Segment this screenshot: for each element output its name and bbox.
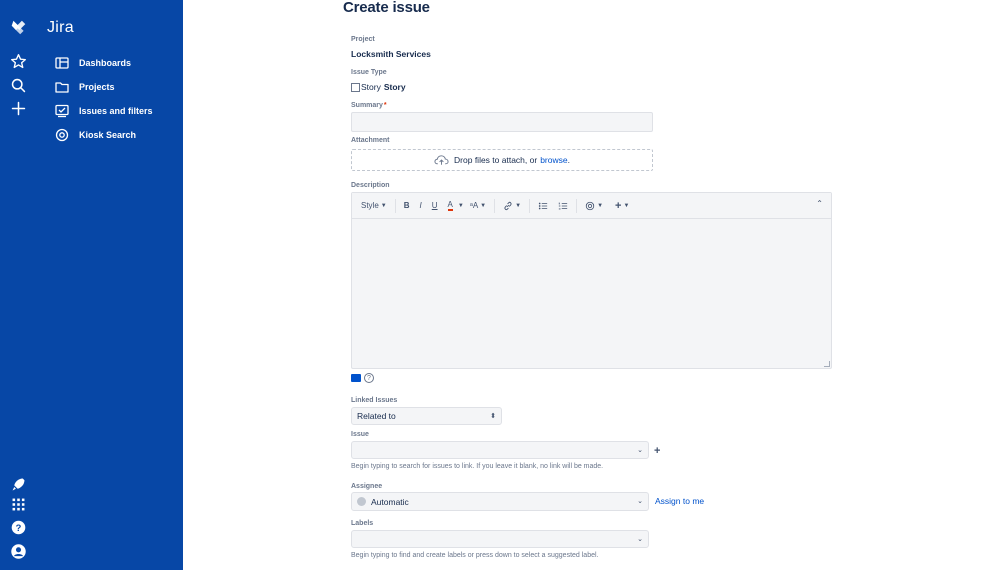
assign-to-me-link[interactable]: Assign to me [655, 496, 704, 506]
editor-toolbar: Style ▼ B I U A ▼ ᵃA ▼ ▼ ▼ + ▼ ⌃ [352, 193, 831, 219]
dropzone-period: . [567, 155, 570, 165]
issue-type-selector[interactable]: Story Story [351, 82, 406, 92]
more-formatting-button[interactable]: ᵃA ▼ [467, 198, 489, 214]
page-title: Create issue [343, 0, 430, 16]
chevron-down-icon: ⌄ [637, 536, 643, 543]
chevron-down-icon: ▼ [380, 202, 387, 209]
dashboard-icon [55, 56, 69, 70]
star-icon[interactable] [9, 52, 28, 71]
text-color-button[interactable]: A ▼ [445, 198, 467, 214]
numbered-list-button[interactable] [555, 198, 571, 214]
nav-item-issues-and-filters[interactable]: Issues and filters [55, 102, 153, 120]
chevron-down-icon: ▼ [597, 202, 604, 209]
toolbar-divider [394, 198, 396, 213]
linked-issues-label: Linked Issues [351, 397, 398, 404]
nav-item-label: Kiosk Search [79, 130, 137, 140]
more-formatting-icon: ᵃA [469, 201, 479, 210]
bullet-list-icon [538, 202, 548, 209]
plus-icon: + [615, 199, 622, 212]
chevron-down-icon: ⌄ [637, 498, 643, 505]
assignee-select[interactable]: Automatic ⌄ [351, 492, 649, 511]
jira-logo-icon[interactable] [9, 18, 28, 37]
rocket-icon[interactable] [9, 475, 28, 494]
description-textarea[interactable] [352, 219, 831, 368]
search-icon[interactable] [9, 76, 28, 95]
help-circle-icon[interactable]: ? [364, 373, 374, 383]
link-icon [504, 201, 512, 210]
create-issue-form: Create issue Project Locksmith Services … [183, 0, 998, 570]
global-sidebar: ? [0, 0, 37, 570]
chevron-down-icon: ⌄ [637, 447, 643, 454]
nav-item-kiosk-search[interactable]: Kiosk Search [55, 126, 136, 144]
attachment-label: Attachment [351, 137, 390, 144]
toolbar-divider [529, 198, 531, 213]
editor-footer: ? [351, 373, 374, 383]
insert-more-button[interactable]: + ▼ [612, 198, 632, 214]
emoji-button[interactable]: ▼ [582, 198, 606, 214]
help-icon[interactable]: ? [9, 518, 28, 537]
svg-text:?: ? [16, 523, 22, 533]
wiki-markup-icon[interactable] [351, 374, 361, 382]
nav-item-projects[interactable]: Projects [55, 78, 115, 96]
nav-item-dashboards[interactable]: Dashboards [55, 54, 131, 72]
style-dropdown[interactable]: Style ▼ [358, 198, 390, 214]
profile-avatar-icon[interactable] [9, 542, 28, 561]
emoji-icon [585, 201, 595, 210]
issue-hint: Begin typing to search for issues to lin… [351, 463, 604, 470]
link-button[interactable]: ▼ [500, 198, 524, 214]
dropzone-text: Drop files to attach, or [454, 155, 538, 165]
collapse-toolbar-icon[interactable]: ⌃ [816, 199, 823, 208]
issues-icon [55, 104, 69, 118]
issue-label: Issue [351, 431, 369, 438]
nav-item-label: Projects [79, 82, 115, 92]
issue-type-label: Issue Type [351, 69, 387, 76]
folder-icon [55, 80, 69, 94]
style-label: Style [361, 201, 379, 210]
link-type-select[interactable]: Related to ⬍ [351, 407, 502, 425]
add-issue-link-icon[interactable]: + [654, 445, 660, 457]
app-switcher-icon[interactable] [9, 495, 28, 514]
app-name: Jira [47, 19, 74, 36]
issue-picker[interactable]: ⌄ [351, 441, 649, 459]
cloud-upload-icon [434, 155, 449, 165]
summary-label: Summary* [351, 102, 387, 109]
project-value: Locksmith Services [351, 49, 431, 59]
resize-handle-icon[interactable] [824, 361, 830, 367]
summary-input[interactable] [351, 112, 653, 132]
assignee-label: Assignee [351, 483, 383, 490]
underline-button[interactable]: U [429, 198, 441, 214]
select-arrows-icon: ⬍ [490, 413, 496, 420]
text-color-icon: A [447, 200, 453, 211]
issue-type-alt-text: Story [361, 82, 381, 92]
toolbar-divider [576, 198, 578, 213]
numbered-list-icon [558, 202, 568, 209]
italic-button[interactable]: I [417, 198, 425, 214]
link-type-value: Related to [357, 411, 396, 421]
bullet-list-button[interactable] [535, 198, 551, 214]
toolbar-divider [494, 198, 496, 213]
issue-type-value: Story [383, 82, 406, 92]
required-mark: * [383, 102, 387, 109]
labels-hint: Begin typing to find and create labels o… [351, 552, 599, 559]
issue-type-image-placeholder [351, 82, 360, 92]
labels-picker[interactable]: ⌄ [351, 530, 649, 548]
bold-button[interactable]: B [401, 198, 413, 214]
description-editor: Style ▼ B I U A ▼ ᵃA ▼ ▼ ▼ + ▼ ⌃ [351, 192, 832, 369]
project-label: Project [351, 36, 375, 43]
chevron-down-icon: ▼ [480, 202, 487, 209]
attachment-dropzone[interactable]: Drop files to attach, or browse. [351, 149, 653, 171]
assignee-value: Automatic [371, 496, 409, 507]
description-label: Description [351, 182, 390, 189]
browse-link[interactable]: browse [540, 155, 567, 165]
target-icon [55, 128, 69, 142]
nav-item-label: Dashboards [79, 58, 132, 68]
chevron-down-icon: ▼ [623, 202, 630, 209]
labels-label: Labels [351, 520, 374, 527]
summary-label-text: Summary [351, 102, 383, 109]
avatar [357, 497, 366, 506]
nav-item-label: Issues and filters [79, 106, 153, 116]
create-plus-icon[interactable] [9, 99, 28, 118]
chevron-down-icon: ▼ [515, 202, 522, 209]
chevron-down-icon: ▼ [457, 202, 464, 209]
